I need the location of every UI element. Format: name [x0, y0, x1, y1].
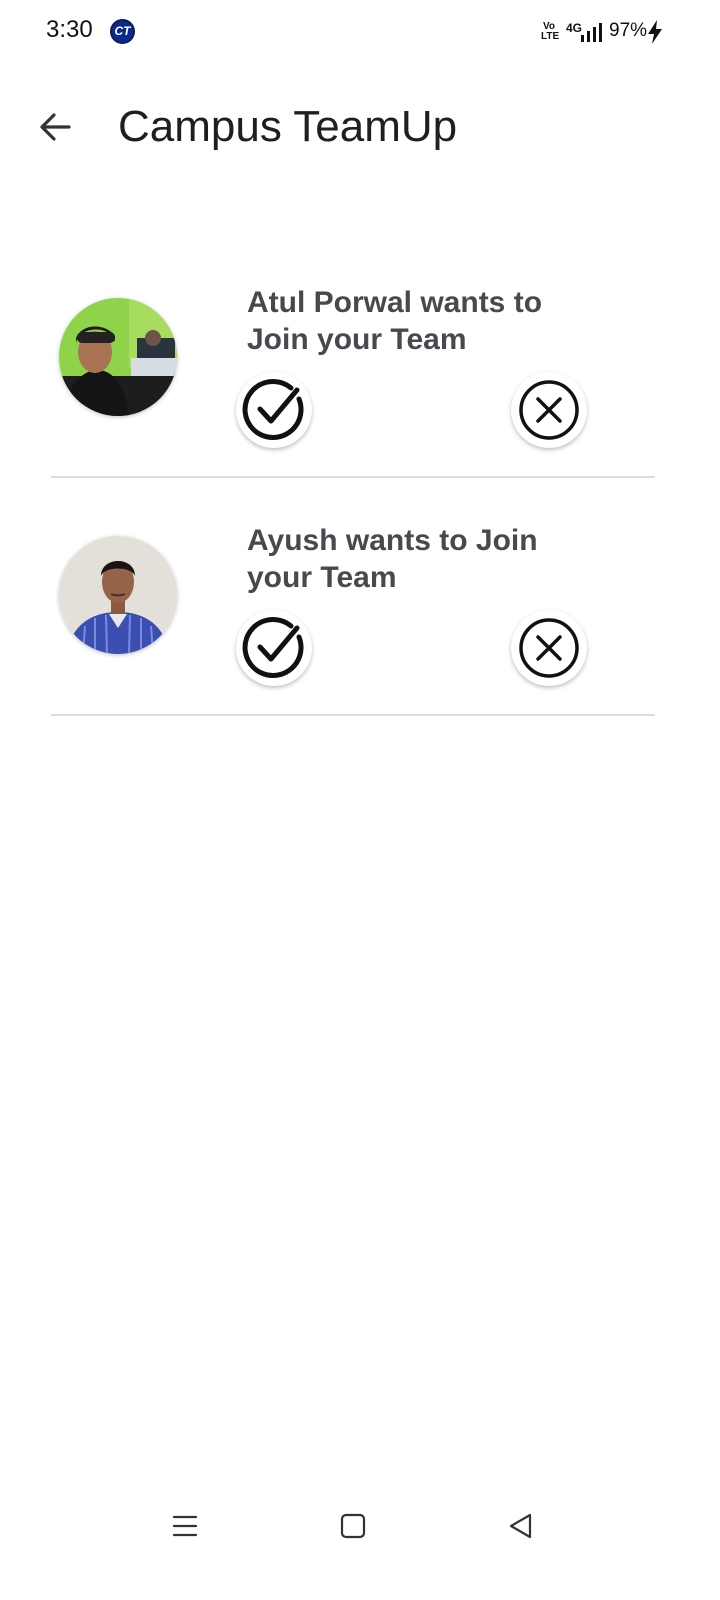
status-bar: 3:30 CT Vo LTE 4G 97% [0, 0, 720, 64]
x-circle-icon [519, 618, 579, 678]
app-notification-icon: CT [110, 19, 135, 44]
accept-button[interactable] [236, 372, 312, 448]
accept-button[interactable] [236, 610, 312, 686]
system-back-button[interactable] [501, 1506, 541, 1546]
app-bar: Campus TeamUp [0, 64, 720, 188]
signal-icon [581, 23, 602, 42]
avatar[interactable] [59, 298, 177, 416]
join-request-item: Atul Porwal wants to Join your Team [0, 270, 720, 508]
recent-apps-button[interactable] [165, 1506, 205, 1546]
x-circle-icon [519, 380, 579, 440]
arrow-left-icon [40, 113, 71, 141]
back-triangle-icon [509, 1513, 532, 1539]
avatar[interactable] [59, 536, 177, 654]
check-circle-icon [242, 379, 304, 440]
page-title: Campus TeamUp [118, 102, 458, 151]
divider [51, 476, 655, 478]
status-time: 3:30 [46, 16, 93, 43]
join-request-list: Atul Porwal wants to Join your Team Ayus… [0, 270, 720, 746]
request-message: Atul Porwal wants to Join your Team [247, 286, 543, 356]
battery-percentage: 97% [609, 20, 648, 41]
menu-icon [172, 1515, 198, 1537]
charging-icon [648, 20, 662, 44]
home-square-icon [340, 1513, 366, 1539]
join-request-item: Ayush wants to Join your Team [0, 508, 720, 746]
request-message: Ayush wants to Join your Team [247, 524, 538, 594]
check-circle-icon [242, 617, 304, 678]
volte-icon: Vo LTE [541, 21, 560, 42]
home-button[interactable] [333, 1506, 373, 1546]
back-button[interactable] [30, 102, 80, 152]
divider [51, 714, 655, 716]
system-nav-bar [0, 1490, 720, 1560]
reject-button[interactable] [511, 372, 587, 448]
reject-button[interactable] [511, 610, 587, 686]
